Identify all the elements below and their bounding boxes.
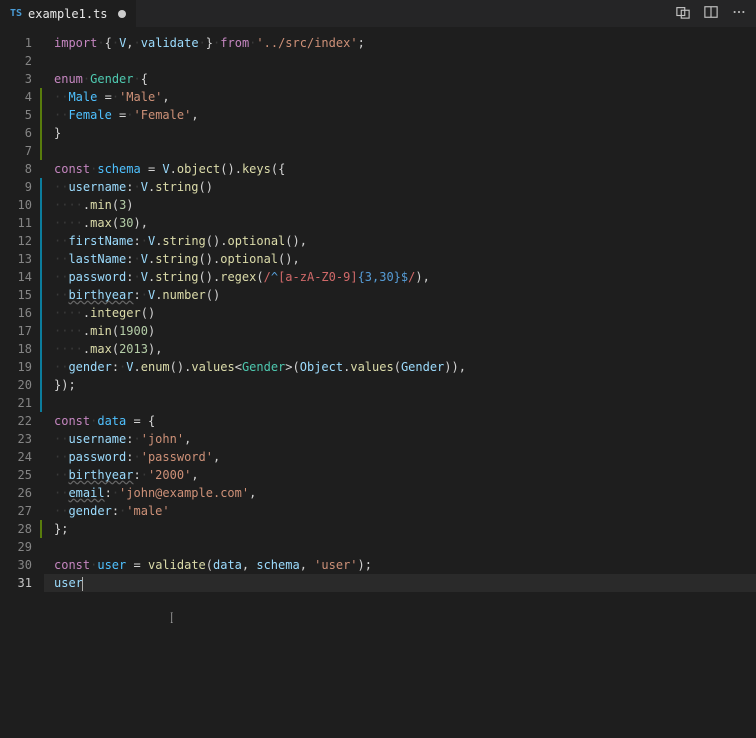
code-line[interactable]: } (44, 124, 756, 142)
code-line[interactable]: }; (44, 520, 756, 538)
line-number: 13 (0, 250, 32, 268)
line-number: 23 (0, 430, 32, 448)
line-number: 11 (0, 214, 32, 232)
line-number: 7 (0, 142, 32, 160)
line-number: 21 (0, 394, 32, 412)
line-number: 4 (0, 88, 32, 106)
more-actions-icon[interactable] (732, 5, 746, 22)
code-editor[interactable]: 1234567891011121314151617181920212223242… (0, 28, 756, 738)
code-line[interactable] (44, 538, 756, 556)
dirty-indicator-icon (118, 10, 126, 18)
code-line[interactable]: user (44, 574, 756, 592)
line-number: 24 (0, 448, 32, 466)
code-line[interactable]: ··username:·V.string() (44, 178, 756, 196)
tab-filename: example1.ts (28, 7, 107, 21)
code-line[interactable] (44, 394, 756, 412)
code-line[interactable]: ··email:·'john@example.com', (44, 484, 756, 502)
line-number: 22 (0, 412, 32, 430)
line-number: 2 (0, 52, 32, 70)
code-line[interactable]: ····.integer() (44, 304, 756, 322)
line-number: 1 (0, 34, 32, 52)
line-number: 9 (0, 178, 32, 196)
code-line[interactable]: ····.max(2013), (44, 340, 756, 358)
line-number: 5 (0, 106, 32, 124)
line-number: 6 (0, 124, 32, 142)
code-line[interactable]: ··password:·'password', (44, 448, 756, 466)
split-editor-icon[interactable] (704, 5, 718, 22)
code-line[interactable]: enum·Gender·{ (44, 70, 756, 88)
line-number: 16 (0, 304, 32, 322)
editor-tab[interactable]: TS example1.ts (0, 0, 136, 27)
line-number: 17 (0, 322, 32, 340)
line-number: 10 (0, 196, 32, 214)
code-area[interactable]: import·{·V,·validate·}·from·'../src/inde… (44, 28, 756, 738)
code-line[interactable]: ··birthyear:·V.number() (44, 286, 756, 304)
line-number: 25 (0, 466, 32, 484)
code-line[interactable]: ··birthyear:·'2000', (44, 466, 756, 484)
code-line[interactable]: ··Male =·'Male', (44, 88, 756, 106)
code-line[interactable]: ··Female =·'Female', (44, 106, 756, 124)
code-line[interactable]: import·{·V,·validate·}·from·'../src/inde… (44, 34, 756, 52)
text-caret (82, 577, 83, 591)
code-line[interactable] (44, 142, 756, 160)
line-number: 20 (0, 376, 32, 394)
line-number: 28 (0, 520, 32, 538)
code-line[interactable]: ··password:·V.string().regex(/^[a-zA-Z0-… (44, 268, 756, 286)
line-number: 30 (0, 556, 32, 574)
line-number: 15 (0, 286, 32, 304)
tab-actions (676, 5, 756, 22)
code-line[interactable]: ··lastName:·V.string().optional(), (44, 250, 756, 268)
code-line[interactable]: }); (44, 376, 756, 394)
code-line[interactable]: ····.max(30), (44, 214, 756, 232)
line-number-gutter: 1234567891011121314151617181920212223242… (0, 28, 44, 738)
line-number: 14 (0, 268, 32, 286)
line-number: 8 (0, 160, 32, 178)
code-line[interactable]: const·user = validate(data, schema, 'use… (44, 556, 756, 574)
line-number: 19 (0, 358, 32, 376)
code-line[interactable]: ··gender:·'male' (44, 502, 756, 520)
code-line[interactable] (44, 52, 756, 70)
code-line[interactable]: ··username:·'john', (44, 430, 756, 448)
line-number: 26 (0, 484, 32, 502)
code-line[interactable]: ····.min(1900) (44, 322, 756, 340)
code-line[interactable]: ··gender:·V.enum().values<Gender>(Object… (44, 358, 756, 376)
line-number: 3 (0, 70, 32, 88)
code-line[interactable]: const·schema = V.object().keys({ (44, 160, 756, 178)
line-number: 12 (0, 232, 32, 250)
code-line[interactable]: const·data = { (44, 412, 756, 430)
compare-changes-icon[interactable] (676, 5, 690, 22)
line-number: 29 (0, 538, 32, 556)
line-number: 18 (0, 340, 32, 358)
typescript-icon: TS (10, 8, 22, 19)
code-line[interactable]: ··firstName:·V.string().optional(), (44, 232, 756, 250)
code-line[interactable]: ····.min(3) (44, 196, 756, 214)
line-number: 27 (0, 502, 32, 520)
line-number: 31 (0, 574, 32, 592)
tab-bar: TS example1.ts (0, 0, 756, 28)
